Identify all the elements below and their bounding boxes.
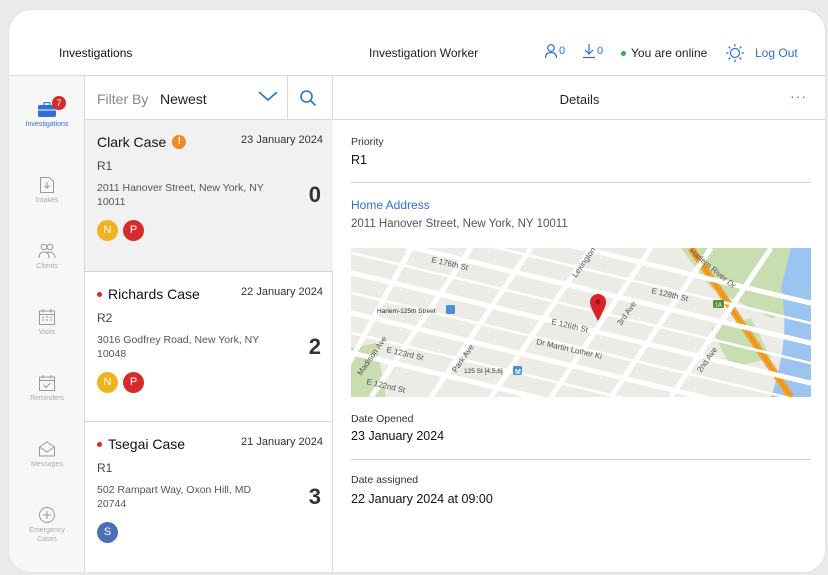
sidebar-item-label: Investigations — [25, 121, 69, 128]
person-icon — [544, 44, 558, 59]
sidebar-item-investigations[interactable]: 7 Investigations — [9, 96, 85, 129]
case-name-row: Richards Case — [97, 286, 200, 302]
sidebar-item-label: Emergency Cases — [29, 527, 65, 543]
sun-icon[interactable] — [725, 43, 745, 63]
clients-counter[interactable]: 0 — [544, 43, 565, 59]
avatar[interactable]: N — [97, 220, 118, 241]
case-date: 23 January 2024 — [241, 134, 323, 146]
case-priority: R1 — [97, 461, 113, 475]
divider — [351, 182, 811, 183]
avatar[interactable]: P — [123, 220, 144, 241]
sidebar-item-visits[interactable]: Visits — [9, 308, 85, 337]
download-icon — [583, 44, 595, 59]
sidebar-item-label: Reminders — [30, 395, 64, 402]
logout-link[interactable]: Log Out — [755, 46, 798, 60]
clients-icon — [38, 243, 56, 259]
downloads-counter[interactable]: 0 — [582, 43, 603, 59]
sidebar-item-label: Messages — [31, 461, 63, 468]
sidebar: 7 Investigations Intakes Clients Visits … — [9, 76, 85, 572]
case-avatars: N P — [97, 220, 144, 241]
case-date: 22 January 2024 — [241, 286, 323, 298]
case-address: 502 Rampart Way, Oxon Hill, MD 20744 — [97, 484, 252, 510]
address-map[interactable]: E 176th St Lexington E 126th St 3rd Ave … — [351, 248, 811, 397]
divider — [287, 76, 288, 120]
sidebar-item-messages[interactable]: Messages — [9, 440, 85, 469]
case-avatars: N P — [97, 372, 144, 393]
date-opened-label: Date Opened — [351, 413, 414, 425]
case-count: 0 — [308, 182, 321, 207]
search-icon[interactable] — [299, 89, 317, 107]
case-name: Tsegai Case — [108, 436, 186, 452]
case-count: 2 — [308, 334, 321, 359]
divider — [351, 459, 811, 460]
top-bar: Investigations Investigation Worker 0 0 … — [9, 10, 825, 76]
priority-label: Priority — [351, 136, 384, 148]
home-address-value: 2011 Hanover Street, New York, NY 10011 — [351, 218, 568, 230]
plus-circle-icon — [39, 507, 55, 523]
downloads-count: 0 — [597, 45, 604, 57]
sidebar-item-clients[interactable]: Clients — [9, 242, 85, 271]
filter-select[interactable]: Newest — [160, 91, 207, 107]
chevron-down-icon[interactable] — [257, 89, 279, 103]
sidebar-item-intakes[interactable]: Intakes — [9, 176, 85, 205]
route-shield-label: 1A — [715, 303, 722, 309]
home-address-label[interactable]: Home Address — [351, 198, 430, 212]
case-address: 3016 Godfrey Road, New York, NY 10048 — [97, 334, 260, 360]
case-name: Clark Case — [97, 134, 167, 150]
user-role: Investigation Worker — [369, 46, 479, 60]
avatar[interactable]: N — [97, 372, 118, 393]
case-name: Richards Case — [108, 286, 200, 302]
case-priority: R1 — [97, 159, 113, 173]
case-name-row: Tsegai Case — [97, 436, 185, 452]
date-assigned-value: 22 January 2024 at 09:00 — [351, 492, 493, 506]
case-priority: R2 — [97, 311, 113, 325]
case-name-row: Clark Case ! — [97, 134, 187, 150]
map-label: Harlem-125th Street — [377, 308, 436, 315]
details-title: Details — [559, 92, 600, 107]
date-assigned-label: Date assigned — [351, 474, 419, 486]
case-address: 2011 Hanover Street, New York, NY 10011 — [97, 182, 264, 208]
investigations-badge: 7 — [52, 96, 66, 110]
sidebar-item-emergency-cases[interactable]: Emergency Cases — [9, 506, 85, 544]
unread-dot — [97, 291, 102, 297]
intake-icon — [40, 177, 54, 193]
envelope-icon — [39, 441, 55, 457]
case-list: Filter By Newest Clark Case ! 23 January… — [85, 76, 333, 572]
case-count: 3 — [308, 484, 321, 509]
priority-value: R1 — [351, 153, 367, 167]
page-title: Investigations — [59, 46, 133, 60]
filter-bar: Filter By Newest — [85, 76, 333, 120]
train-station-icon — [446, 305, 455, 314]
online-status-dot — [621, 51, 626, 56]
case-avatars: S — [97, 522, 118, 543]
sidebar-item-label: Clients — [36, 263, 58, 270]
case-item-tsegai[interactable]: Tsegai Case 21 January 2024 R1 502 Rampa… — [85, 422, 333, 572]
sidebar-item-reminders[interactable]: Reminders — [9, 374, 85, 403]
more-options-icon[interactable]: ··· — [790, 88, 807, 104]
map-label: 125 St [4,5,6] — [464, 368, 503, 375]
online-status-text: You are online — [631, 46, 708, 60]
app-frame: Investigations Investigation Worker 0 0 … — [9, 10, 825, 572]
details-panel: Details ··· Priority R1 Home Address 201… — [334, 76, 825, 572]
case-item-clark[interactable]: Clark Case ! 23 January 2024 R1 2011 Han… — [85, 120, 333, 272]
clients-count: 0 — [559, 45, 566, 57]
calendar-icon — [39, 309, 55, 325]
sidebar-item-label: Visits — [38, 329, 56, 336]
details-header: Details ··· — [334, 76, 825, 120]
filter-label: Filter By — [97, 91, 149, 107]
warning-icon: ! — [172, 135, 187, 149]
case-date: 21 January 2024 — [241, 436, 323, 448]
sidebar-item-label: Intakes — [35, 197, 59, 204]
avatar[interactable]: P — [123, 372, 144, 393]
date-opened-value: 23 January 2024 — [351, 429, 445, 443]
unread-dot — [97, 441, 102, 447]
avatar[interactable]: S — [97, 522, 118, 543]
calendar-check-icon — [39, 375, 55, 391]
case-item-richards[interactable]: Richards Case 22 January 2024 R2 3016 Go… — [85, 272, 333, 422]
svg-text:M: M — [515, 369, 521, 376]
